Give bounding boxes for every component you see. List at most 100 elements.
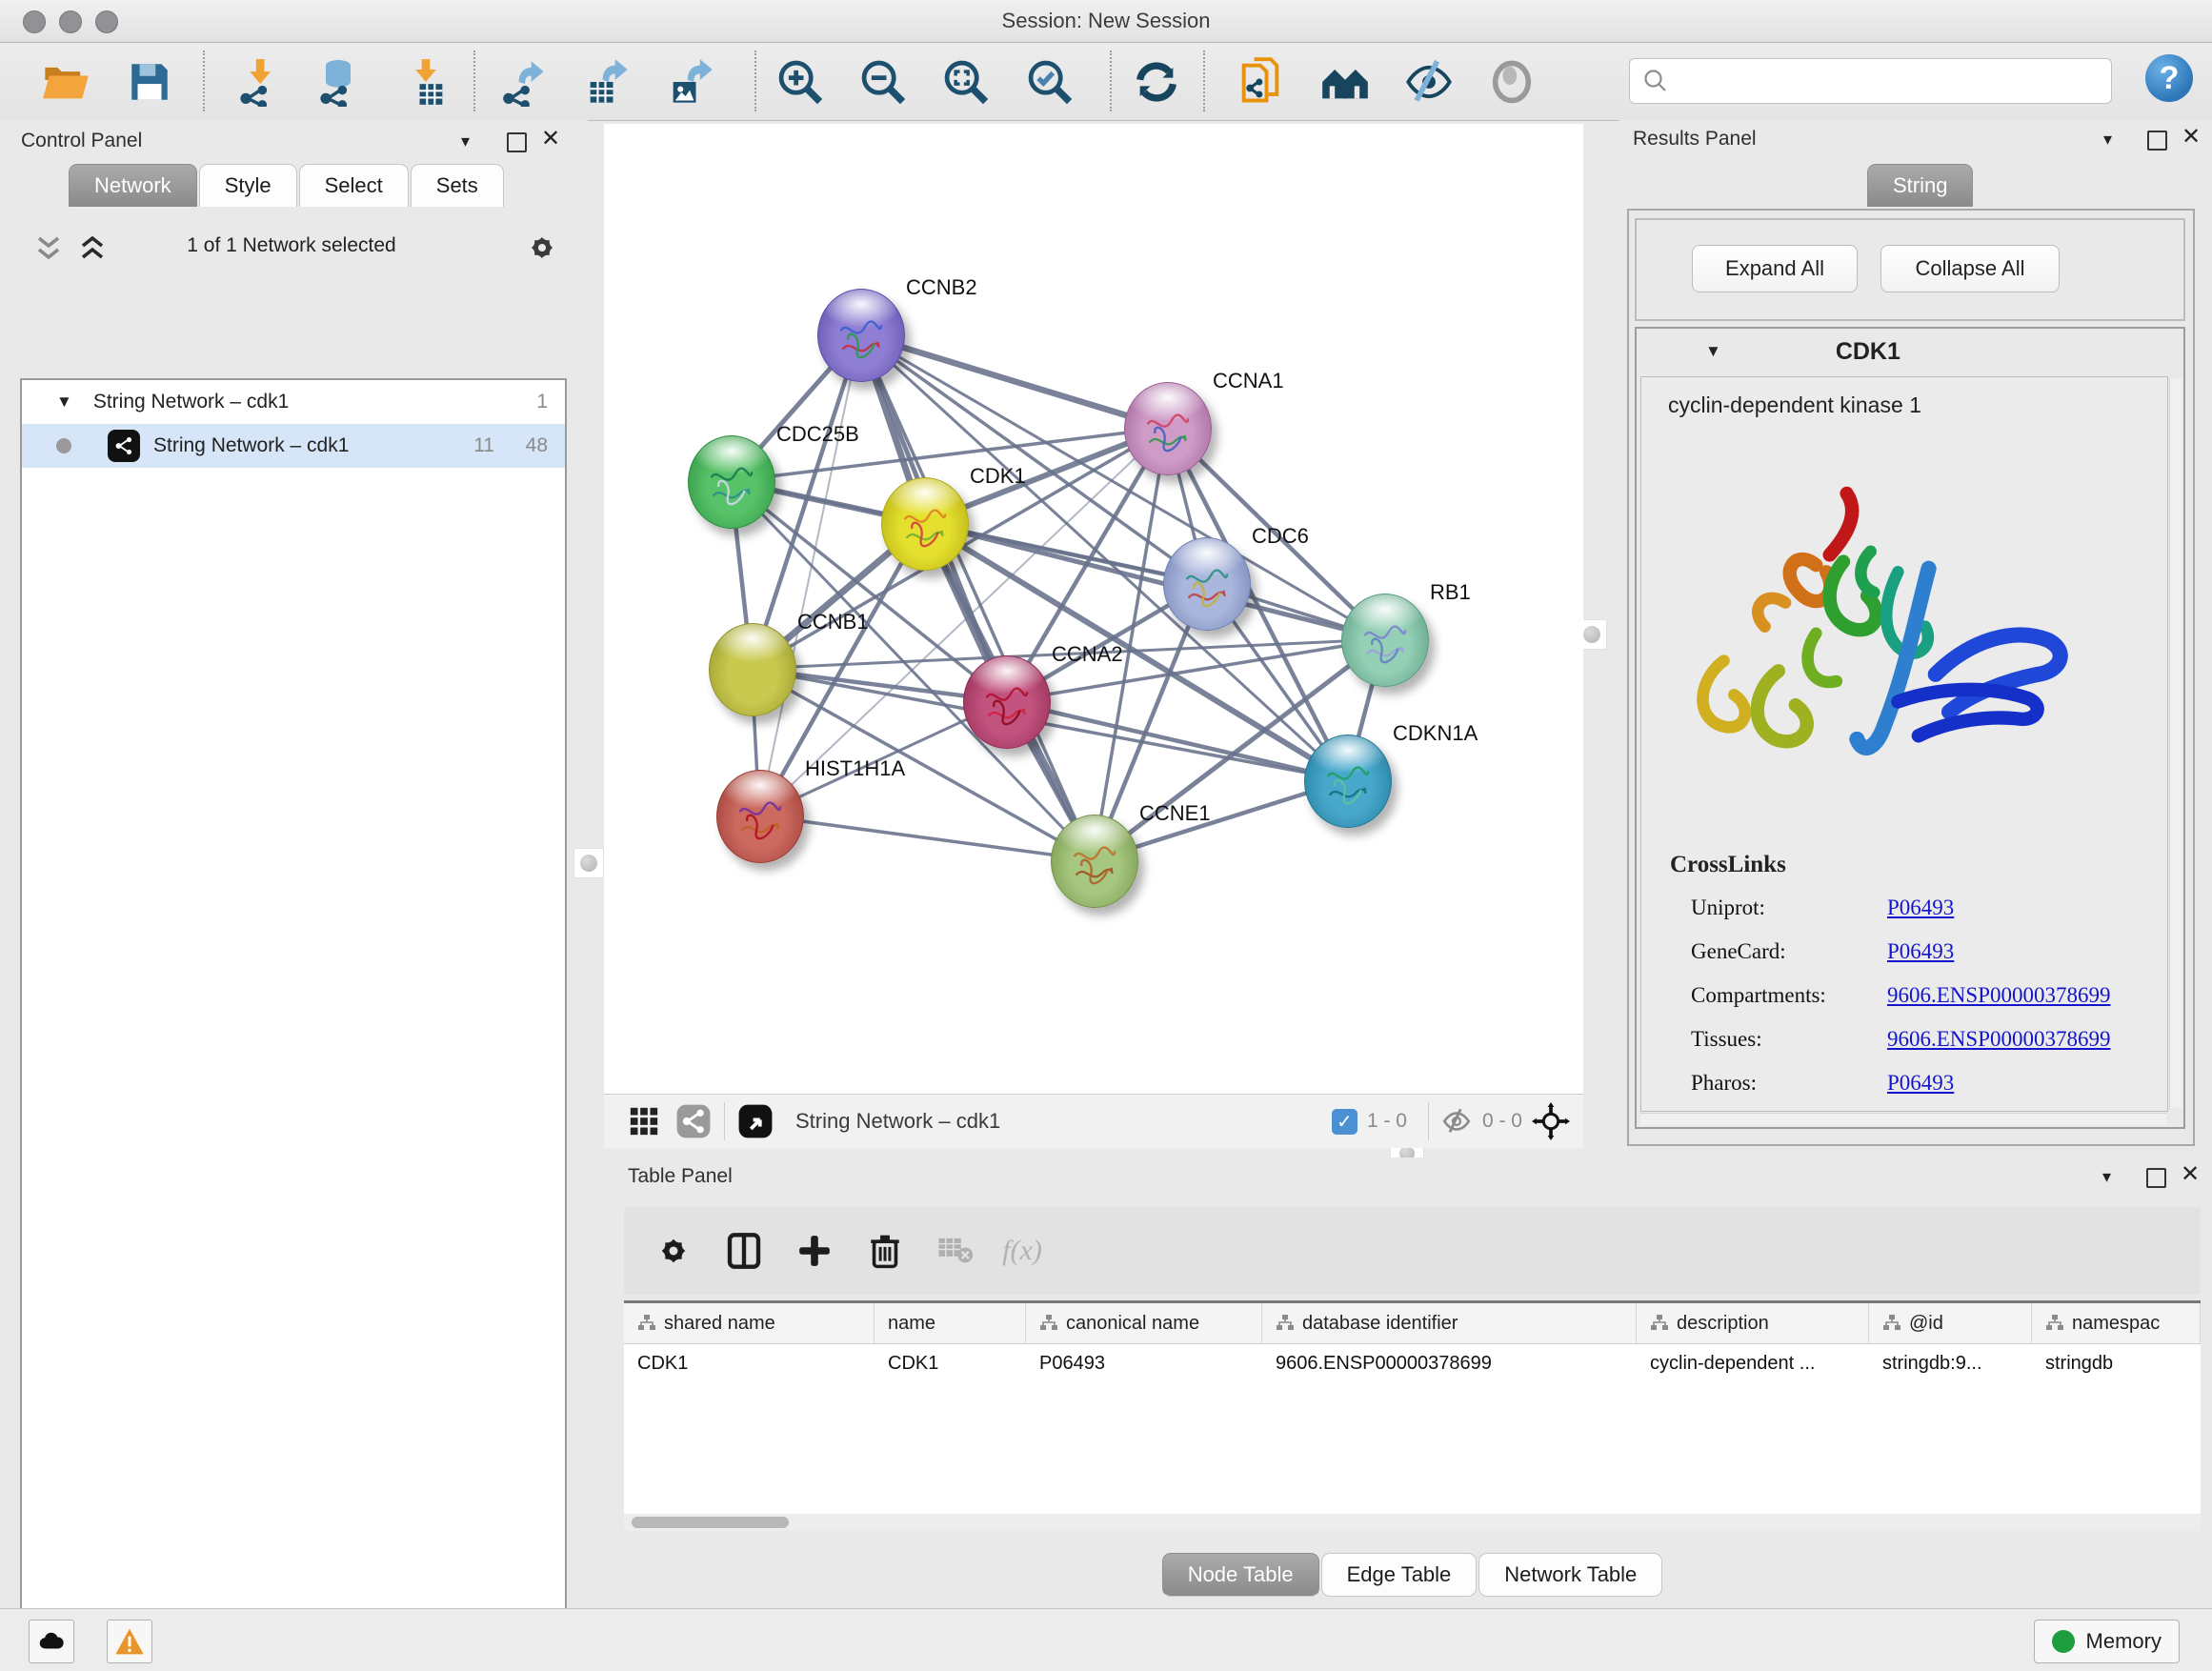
show-panel-button[interactable] <box>1484 54 1539 110</box>
crosslink-value-link[interactable]: 9606.ENSP00000378699 <box>1887 983 2111 1008</box>
column-header-database-identifier[interactable]: database identifier <box>1262 1303 1637 1343</box>
results-panel-close-icon[interactable]: ✕ <box>2182 123 2201 151</box>
open-session-button[interactable] <box>38 54 93 110</box>
tab-node-table[interactable]: Node Table <box>1162 1553 1319 1597</box>
table-scrollbar-thumb[interactable] <box>632 1517 789 1528</box>
hide-panel-button[interactable] <box>1401 54 1457 110</box>
network-node-CDC6[interactable] <box>1163 537 1251 631</box>
string-view-icon[interactable] <box>674 1102 713 1140</box>
import-table-button[interactable] <box>398 54 453 110</box>
zoom-in-button[interactable] <box>773 54 828 110</box>
vertical-splitter-grip[interactable] <box>573 848 604 878</box>
add-column-icon[interactable] <box>788 1224 841 1278</box>
network-options-gear-icon[interactable] <box>525 231 559 265</box>
network-node-CDC25B[interactable] <box>688 435 775 529</box>
control-panel-float-icon[interactable] <box>507 132 527 152</box>
column-header-canonical-name[interactable]: canonical name <box>1026 1303 1262 1343</box>
table-panel-collapse-icon[interactable]: ▾ <box>2102 1167 2111 1187</box>
network-row-selected[interactable]: String Network – cdk1 11 48 <box>22 424 565 468</box>
table-panel-close-icon[interactable]: ✕ <box>2181 1160 2200 1188</box>
crosslink-value-link[interactable]: P06493 <box>1887 896 1954 920</box>
tab-network[interactable]: Network <box>69 164 197 207</box>
export-network-button[interactable] <box>495 54 551 110</box>
edge-CCNB2-CCNE1[interactable] <box>860 334 1094 860</box>
refresh-button[interactable] <box>1129 54 1184 110</box>
hidden-items-eye-slash-icon[interactable] <box>1440 1105 1473 1137</box>
edge-HIST1H1A-CCNE1[interactable] <box>759 815 1094 860</box>
results-vertical-scrollbar[interactable] <box>2169 378 2182 1108</box>
network-collection-row[interactable]: ▼ String Network – cdk1 1 <box>22 380 565 424</box>
table-cell[interactable]: CDK1 <box>624 1344 875 1382</box>
expand-all-button[interactable]: Expand All <box>1692 245 1858 292</box>
edge-CCNB2-HIST1H1A[interactable] <box>759 334 860 815</box>
column-header--id[interactable]: @id <box>1869 1303 2032 1343</box>
table-cell[interactable]: stringdb:9... <box>1869 1344 2032 1382</box>
network-node-RB1[interactable] <box>1341 594 1429 687</box>
table-cell[interactable]: 9606.ENSP00000378699 <box>1262 1344 1637 1382</box>
control-panel-collapse-icon[interactable]: ▾ <box>461 131 470 151</box>
collapse-all-button[interactable]: Collapse All <box>1880 245 2060 292</box>
column-header-name[interactable]: name <box>875 1303 1026 1343</box>
help-button[interactable]: ? <box>2145 54 2193 102</box>
pan-crosshair-icon[interactable] <box>1532 1102 1570 1140</box>
table-row[interactable]: CDK1CDK1P064939606.ENSP00000378699cyclin… <box>624 1344 2201 1382</box>
selected-nodes-checkbox[interactable]: ✓ <box>1332 1109 1357 1135</box>
column-header-description[interactable]: description <box>1637 1303 1869 1343</box>
edge-CCNB2-CCNA1[interactable] <box>860 334 1167 428</box>
tab-string[interactable]: String <box>1867 164 1973 207</box>
delete-column-trash-icon[interactable] <box>858 1224 912 1278</box>
zoom-selected-button[interactable] <box>1022 54 1077 110</box>
column-header-namespac[interactable]: namespac <box>2032 1303 2201 1343</box>
gene-collapse-icon[interactable]: ▼ <box>1705 342 1721 361</box>
edge-CDK1-RB1[interactable] <box>924 523 1384 639</box>
import-network-button[interactable] <box>231 54 286 110</box>
tab-edge-table[interactable]: Edge Table <box>1321 1553 1478 1597</box>
network-node-HIST1H1A[interactable] <box>716 770 804 863</box>
tab-select[interactable]: Select <box>299 164 409 207</box>
gene-card-header[interactable]: ▼ CDK1 <box>1637 329 2183 374</box>
table-panel-float-icon[interactable] <box>2146 1168 2166 1188</box>
results-panel-float-icon[interactable] <box>2147 131 2167 151</box>
export-table-button[interactable] <box>579 54 634 110</box>
table-cell[interactable]: stringdb <box>2032 1344 2201 1382</box>
table-horizontal-scrollbar[interactable] <box>624 1514 2201 1531</box>
column-header-shared-name[interactable]: shared name <box>624 1303 875 1343</box>
show-columns-icon[interactable] <box>717 1224 771 1278</box>
zoom-fit-button[interactable] <box>938 54 994 110</box>
birds-eye-grid-icon[interactable] <box>625 1102 663 1140</box>
search-input[interactable] <box>1678 70 2111 93</box>
network-node-CCNB2[interactable] <box>817 289 905 382</box>
import-database-button[interactable] <box>311 54 366 110</box>
tab-network-table[interactable]: Network Table <box>1478 1553 1662 1597</box>
control-panel-close-icon[interactable]: ✕ <box>541 125 560 152</box>
zoom-out-button[interactable] <box>855 54 911 110</box>
export-image-button[interactable] <box>662 54 717 110</box>
network-node-CDKN1A[interactable] <box>1304 735 1392 828</box>
memory-button[interactable]: Memory <box>2034 1620 2180 1663</box>
tree-expand-icon[interactable]: ▼ <box>56 393 72 412</box>
network-canvas[interactable]: CCNB2CCNA1CDC25BCDK1CDC6RB1CCNB1CCNA2CDK… <box>604 124 1583 1094</box>
table-cell[interactable]: cyclin-dependent ... <box>1637 1344 1869 1382</box>
table-cell[interactable]: P06493 <box>1026 1344 1262 1382</box>
crosslink-value-link[interactable]: 9606.ENSP00000378699 <box>1887 1027 2111 1052</box>
network-node-CDK1[interactable] <box>881 477 969 571</box>
network-node-CCNA1[interactable] <box>1124 382 1212 475</box>
network-node-CCNB1[interactable] <box>709 623 796 716</box>
share-documents-button[interactable] <box>1233 54 1288 110</box>
home-button[interactable] <box>1317 54 1373 110</box>
results-horizontal-scrollbar[interactable] <box>1640 1113 2166 1125</box>
results-panel-collapse-icon[interactable]: ▾ <box>2103 130 2112 150</box>
open-in-new-window-icon[interactable] <box>736 1102 774 1140</box>
tab-style[interactable]: Style <box>199 164 297 207</box>
crosslink-value-link[interactable]: P06493 <box>1887 1071 1954 1096</box>
crosslink-value-link[interactable]: P06493 <box>1887 939 1954 964</box>
table-options-gear-icon[interactable] <box>647 1224 700 1278</box>
tab-sets[interactable]: Sets <box>411 164 504 207</box>
edge-CCNA2-CDKN1A[interactable] <box>1006 701 1347 780</box>
cloud-button[interactable] <box>29 1620 74 1663</box>
warnings-button[interactable] <box>107 1620 152 1663</box>
network-node-CCNE1[interactable] <box>1051 815 1138 908</box>
network-node-CCNA2[interactable] <box>963 655 1051 749</box>
save-session-button[interactable] <box>122 54 177 110</box>
table-cell[interactable]: CDK1 <box>875 1344 1026 1382</box>
